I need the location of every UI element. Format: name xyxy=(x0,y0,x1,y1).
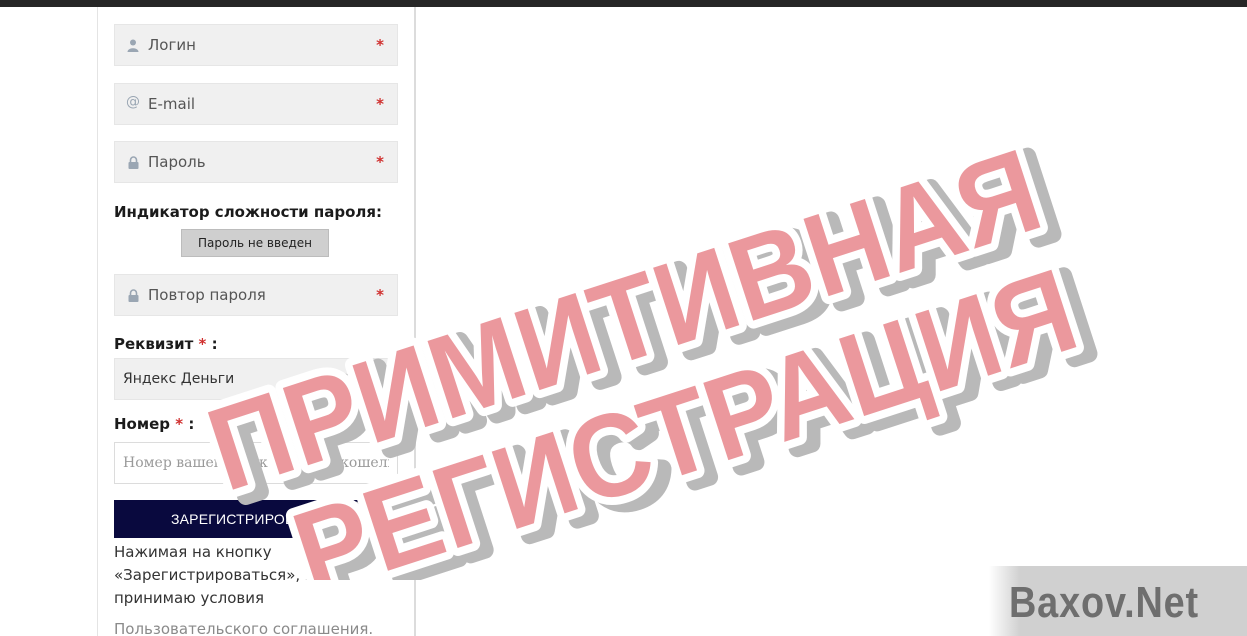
lock-icon xyxy=(126,287,140,303)
at-icon: @ xyxy=(126,94,140,110)
page: Логин * @ E-mail * Пароль * Индикатор сл… xyxy=(0,0,1247,636)
email-placeholder: E-mail xyxy=(148,95,196,113)
number-label: Номер * : xyxy=(114,415,194,433)
requisite-select[interactable]: Яндекс Деньги xyxy=(114,358,398,400)
requisite-selected-value: Яндекс Деньги xyxy=(123,371,235,387)
password-strength-label: Индикатор сложности пароля: xyxy=(114,203,383,221)
password-placeholder: Пароль xyxy=(148,153,206,171)
panel-border-left xyxy=(97,7,98,636)
email-required-mark: * xyxy=(376,95,384,113)
number-required-mark: * xyxy=(175,415,184,433)
login-field[interactable]: Логин * xyxy=(114,24,398,66)
lock-icon xyxy=(126,154,140,170)
number-colon: : xyxy=(188,415,195,433)
email-field[interactable]: @ E-mail * xyxy=(114,83,398,125)
password-field[interactable]: Пароль * xyxy=(114,141,398,183)
register-button[interactable]: ЗАРЕГИСТРИРОВАТЬСЯ xyxy=(114,500,398,538)
requisite-label: Реквизит * : xyxy=(114,335,218,353)
site-watermark: Baxov.Net xyxy=(989,566,1247,636)
requisite-label-text: Реквизит xyxy=(114,335,194,353)
password-strength-indicator: Пароль не введен xyxy=(181,229,329,257)
login-required-mark: * xyxy=(376,36,384,54)
number-label-text: Номер xyxy=(114,415,171,433)
login-placeholder: Логин xyxy=(148,36,196,54)
stamp-line2: РЕГИСТРАЦИЯ xyxy=(279,244,1092,580)
panel-border-right xyxy=(414,7,416,636)
top-bar xyxy=(0,0,1247,7)
watermark-text: Baxov.Net xyxy=(1009,578,1199,627)
requisite-colon: : xyxy=(211,335,218,353)
requisite-required-mark: * xyxy=(198,335,207,353)
password-repeat-required-mark: * xyxy=(376,286,384,304)
terms-text: Нажимая на кнопку «Зарегистрироваться», … xyxy=(114,543,314,607)
password-repeat-placeholder: Повтор пароля xyxy=(148,286,266,304)
stamp-line2-outline: РЕГИСТРАЦИЯ xyxy=(279,244,1092,580)
user-agreement-link[interactable]: Пользовательского соглашения. xyxy=(114,620,373,636)
password-repeat-field[interactable]: Повтор пароля * xyxy=(114,274,398,316)
wallet-number-input[interactable] xyxy=(114,442,398,484)
user-icon xyxy=(126,37,140,53)
password-required-mark: * xyxy=(376,153,384,171)
